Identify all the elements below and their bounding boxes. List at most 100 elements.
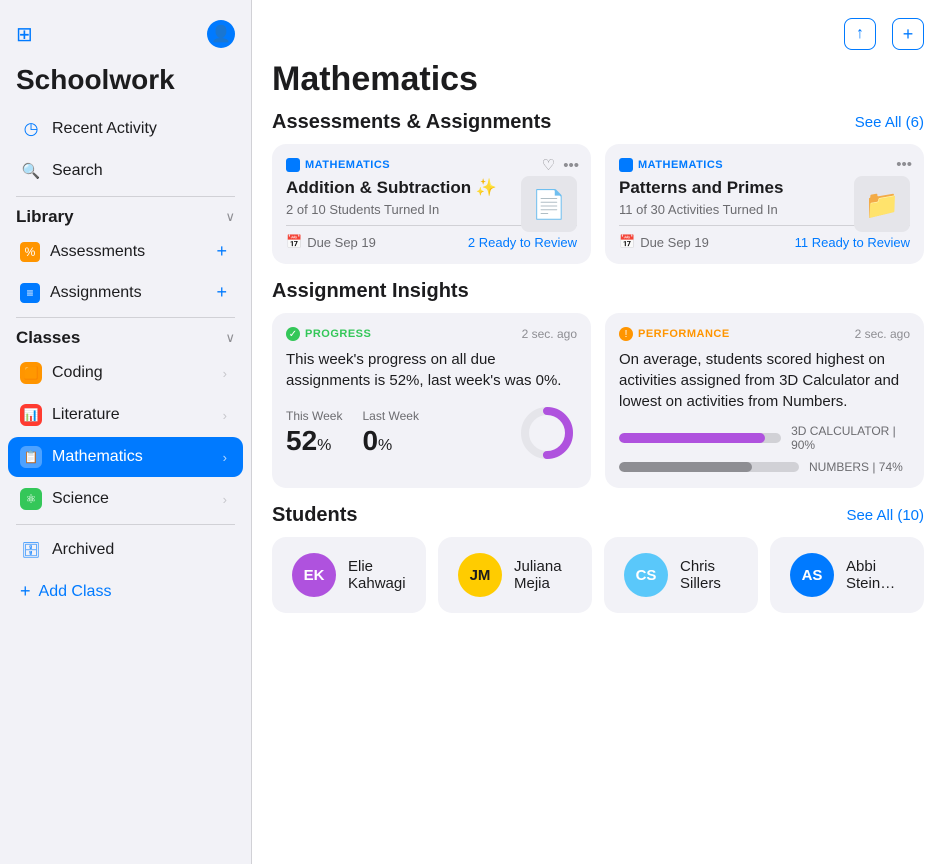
student-name-jm: Juliana Mejia xyxy=(514,558,572,592)
sidebar-item-coding[interactable]: 🟧 Coding › xyxy=(8,353,243,393)
sidebar-item-archived[interactable]: 🗄 Archived xyxy=(8,530,243,570)
export-icon: ↑ xyxy=(856,25,864,43)
assignment-card-2[interactable]: MATHEMATICS ••• Patterns and Primes 11 o… xyxy=(605,144,924,264)
assessment-cards-row: MATHEMATICS ♡ ••• Addition & Subtraction… xyxy=(252,144,944,280)
add-assessment-icon[interactable]: + xyxy=(216,241,227,262)
card-thumbnail-2: 📁 xyxy=(854,176,910,232)
bar-fill-numbers xyxy=(619,462,752,472)
science-icon: ⚛ xyxy=(20,488,42,510)
add-button[interactable]: + xyxy=(892,18,924,50)
ready-to-review[interactable]: 2 Ready to Review xyxy=(468,235,577,250)
card-menu: ••• xyxy=(896,156,912,173)
student-card-jm[interactable]: JM Juliana Mejia xyxy=(438,537,592,613)
add-icon: + xyxy=(903,24,914,45)
sidebar-item-label: Mathematics xyxy=(52,448,213,466)
heart-icon[interactable]: ♡ xyxy=(542,156,555,174)
card-tag: MATHEMATICS xyxy=(619,158,910,172)
student-card-cs[interactable]: CS Chris Sillers xyxy=(604,537,758,613)
ready-to-review[interactable]: 11 Ready to Review xyxy=(795,235,910,250)
sidebar-item-search[interactable]: 🔍 Search xyxy=(8,151,243,191)
card-tag: MATHEMATICS xyxy=(286,158,577,172)
calendar-icon: 📅 xyxy=(619,234,635,250)
sidebar-item-recent-activity[interactable]: ◷ Recent Activity xyxy=(8,109,243,149)
student-card-ek[interactable]: EK Elie Kahwagi xyxy=(272,537,426,613)
add-assignment-icon[interactable]: + xyxy=(216,282,227,303)
chevron-down-icon: ∨ xyxy=(225,209,235,225)
classes-label: Classes xyxy=(16,328,80,348)
insight-progress-card: ✓ PROGRESS 2 sec. ago This week's progre… xyxy=(272,313,591,488)
sidebar-item-label: Archived xyxy=(52,541,227,559)
calendar-icon: 📅 xyxy=(286,234,302,250)
see-all-students-link[interactable]: See All (10) xyxy=(846,507,924,524)
page-title: Mathematics xyxy=(252,60,944,111)
chevron-right-icon: › xyxy=(223,366,227,381)
student-avatar-cs: CS xyxy=(624,553,668,597)
card-due: 📅 Due Sep 19 xyxy=(286,234,376,250)
last-week-stat: Last Week 0% xyxy=(362,409,418,457)
more-icon[interactable]: ••• xyxy=(896,156,912,173)
sidebar-item-label: Search xyxy=(52,162,227,180)
student-card-as[interactable]: AS Abbi Stein… xyxy=(770,537,924,613)
classes-section-header[interactable]: Classes ∨ xyxy=(0,322,251,352)
sidebar-item-label: Assessments xyxy=(50,243,206,261)
sidebar-item-assessments[interactable]: % Assessments + xyxy=(8,232,243,271)
chevron-right-icon: › xyxy=(223,492,227,507)
sidebar: ⊞ 👤 Schoolwork ◷ Recent Activity 🔍 Searc… xyxy=(0,0,252,864)
this-week-label: This Week xyxy=(286,409,342,423)
student-avatar-as: AS xyxy=(790,553,834,597)
sidebar-item-label: Literature xyxy=(52,406,213,424)
recent-activity-icon: ◷ xyxy=(20,118,42,140)
sidebar-item-mathematics[interactable]: 📋 Mathematics › xyxy=(8,437,243,477)
sidebar-item-science[interactable]: ⚛ Science › xyxy=(8,479,243,519)
student-name-as: Abbi Stein… xyxy=(846,558,904,592)
add-class-label: Add Class xyxy=(39,583,112,601)
search-icon: 🔍 xyxy=(20,160,42,182)
bar-track xyxy=(619,433,781,443)
sidebar-item-label: Recent Activity xyxy=(52,120,227,138)
performance-dot-icon: ! xyxy=(619,327,633,341)
assessments-icon: % xyxy=(20,242,40,262)
divider xyxy=(16,524,235,525)
math-tag-icon xyxy=(286,158,300,172)
students-row: EK Elie Kahwagi JM Juliana Mejia CS Chri… xyxy=(252,537,944,629)
students-section-header: Students See All (10) xyxy=(252,504,944,537)
performance-tag-label: PERFORMANCE xyxy=(638,328,730,340)
due-date: Due Sep 19 xyxy=(640,235,709,250)
insight-timestamp: 2 sec. ago xyxy=(855,327,910,341)
see-all-assessments-link[interactable]: See All (6) xyxy=(855,114,924,131)
sidebar-item-literature[interactable]: 📊 Literature › xyxy=(8,395,243,435)
sidebar-item-label: Assignments xyxy=(50,284,206,302)
bar-label-numbers: NUMBERS | 74% xyxy=(809,460,903,474)
bar-row-calculator: 3D CALCULATOR | 90% xyxy=(619,424,910,452)
profile-icon[interactable]: 👤 xyxy=(207,20,235,48)
last-week-value: 0% xyxy=(362,425,418,457)
bar-track xyxy=(619,462,799,472)
main-content: ↑ + Mathematics Assessments & Assignment… xyxy=(252,0,944,864)
sidebar-item-assignments[interactable]: ≡ Assignments + xyxy=(8,273,243,312)
assignment-card-1[interactable]: MATHEMATICS ♡ ••• Addition & Subtraction… xyxy=(272,144,591,264)
more-icon[interactable]: ••• xyxy=(563,157,579,174)
mathematics-icon: 📋 xyxy=(20,446,42,468)
insight-tag: ✓ PROGRESS xyxy=(286,327,371,341)
divider xyxy=(16,317,235,318)
app-title: Schoolwork xyxy=(0,60,251,108)
add-class-button[interactable]: + Add Class xyxy=(8,572,243,611)
insight-tag: ! PERFORMANCE xyxy=(619,327,730,341)
performance-bars: 3D CALCULATOR | 90% NUMBERS | 74% xyxy=(619,424,910,474)
student-avatar-ek: EK xyxy=(292,553,336,597)
insight-tag-row: ! PERFORMANCE 2 sec. ago xyxy=(619,327,910,341)
insight-timestamp: 2 sec. ago xyxy=(522,327,577,341)
chevron-right-icon: › xyxy=(223,450,227,465)
export-button[interactable]: ↑ xyxy=(844,18,876,50)
sidebar-item-label: Science xyxy=(52,490,213,508)
this-week-stat: This Week 52% xyxy=(286,409,342,457)
due-date: Due Sep 19 xyxy=(307,235,376,250)
library-section-header[interactable]: Library ∨ xyxy=(0,201,251,231)
card-thumbnail-1: 📄 xyxy=(521,176,577,232)
sidebar-top-bar: ⊞ 👤 xyxy=(0,0,251,60)
math-tag-icon xyxy=(619,158,633,172)
sidebar-toggle-icon[interactable]: ⊞ xyxy=(16,22,33,47)
progress-tag-label: PROGRESS xyxy=(305,328,371,340)
add-icon: + xyxy=(20,581,31,602)
sidebar-item-label: Coding xyxy=(52,364,213,382)
